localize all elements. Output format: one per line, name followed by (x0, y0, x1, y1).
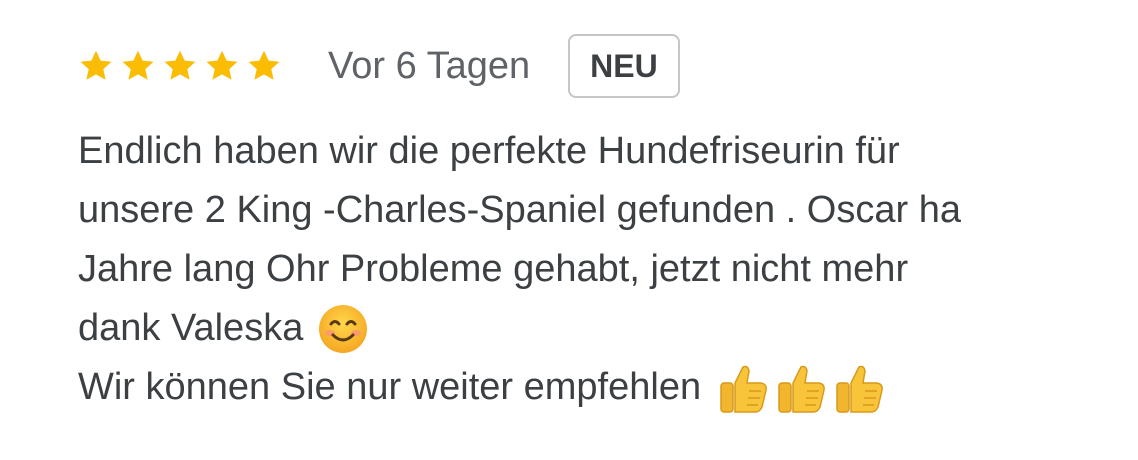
review-header: Vor 6 Tagen NEU (78, 30, 1118, 102)
review-line-text: Jahre lang Ohr Probleme gehabt, jetzt ni… (78, 248, 909, 290)
star-rating (78, 48, 288, 84)
thumbs-up-icon (836, 365, 883, 413)
new-badge: NEU (568, 34, 680, 98)
thumbs-up-icon (778, 365, 825, 413)
review-line: Endlich haben wir die perfekte Hundefris… (78, 122, 1118, 181)
star-icon (206, 50, 238, 80)
star-icon (248, 50, 280, 80)
review-line: unsere 2 King -Charles-Spaniel gefunden … (78, 181, 1118, 240)
review-line-text: unsere 2 King -Charles-Spaniel gefunden … (78, 189, 961, 231)
star-icon (164, 50, 196, 80)
review-text: Endlich haben wir die perfekte Hundefris… (78, 122, 1118, 417)
review-line-text: Endlich haben wir die perfekte Hundefris… (78, 130, 900, 172)
review-date: Vor 6 Tagen (328, 44, 531, 87)
review-line: dank Valeska (78, 299, 1118, 358)
review-line: Jahre lang Ohr Probleme gehabt, jetzt ni… (78, 240, 1118, 299)
star-icon (80, 50, 112, 80)
review-line-text: Wir können Sie nur weiter empfehlen (78, 366, 702, 408)
thumbs-up-group (711, 361, 885, 415)
review-line: Wir können Sie nur weiter empfehlen (78, 358, 1118, 417)
review-card: Vor 6 Tagen NEU Endlich haben wir die pe… (78, 30, 1118, 417)
smiling-face-icon (319, 304, 368, 353)
thumbs-up-icon (720, 365, 767, 413)
star-icon (122, 50, 154, 80)
review-line-text: dank Valeska (78, 307, 304, 349)
